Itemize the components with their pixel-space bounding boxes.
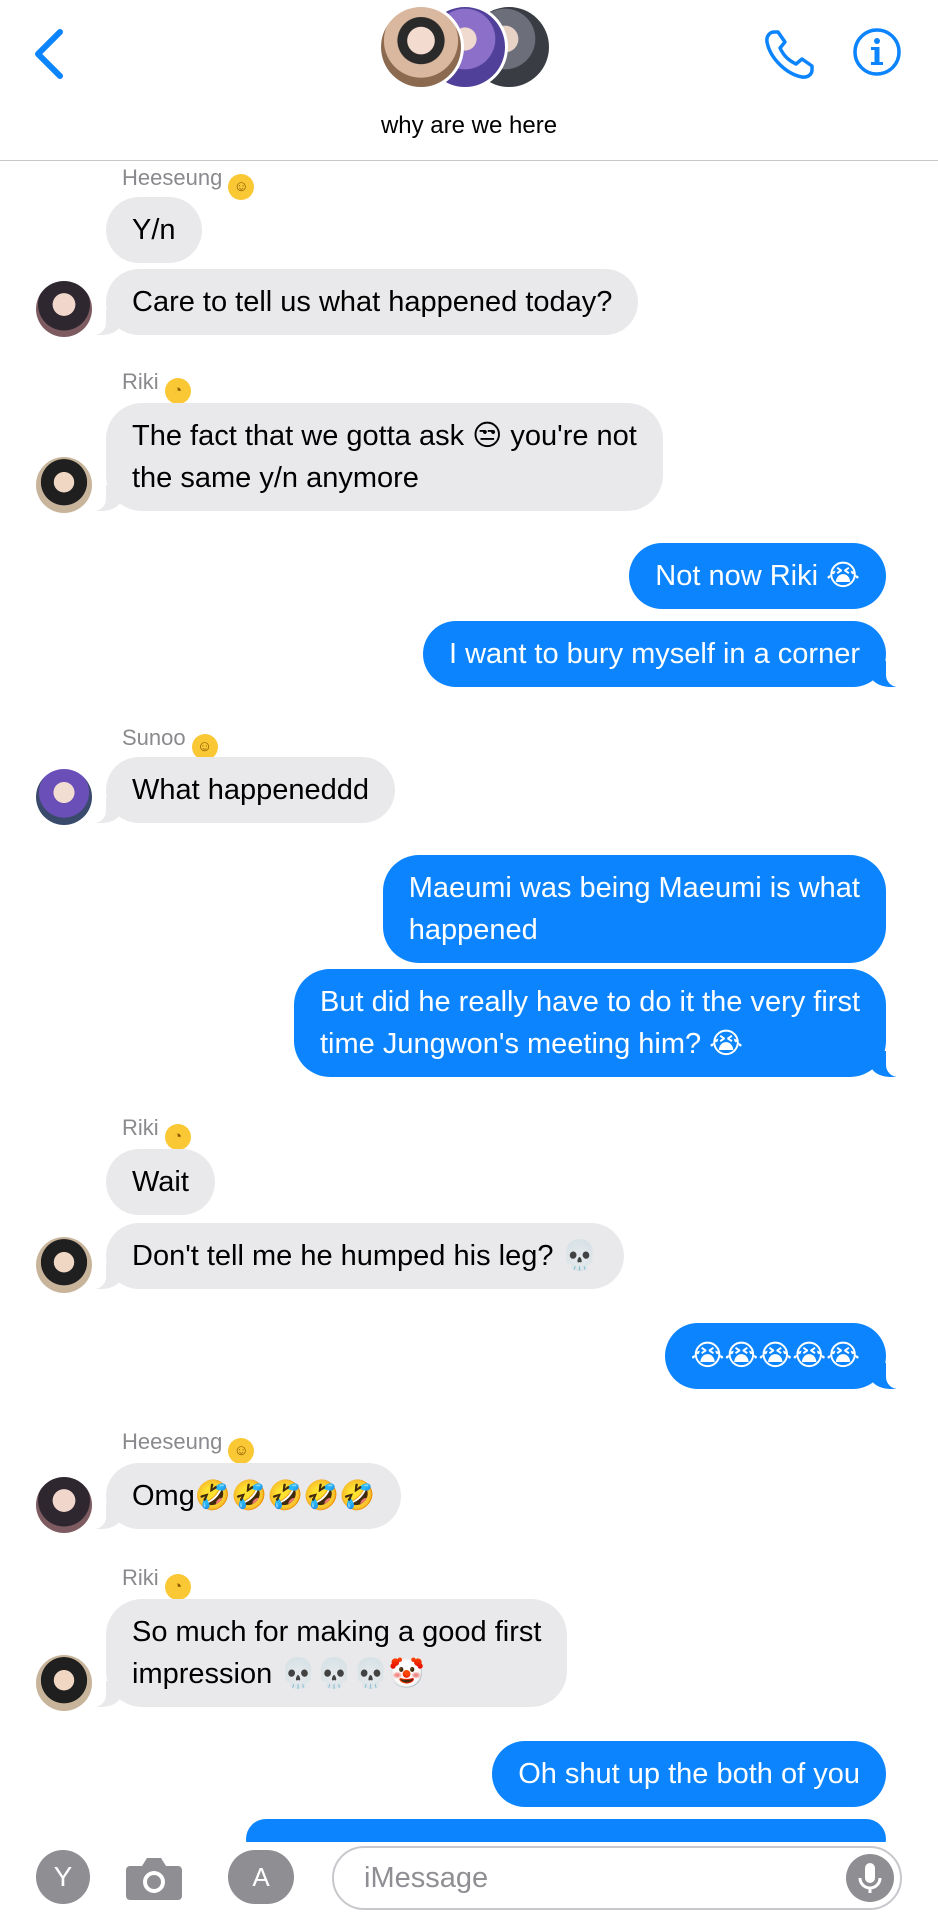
camera-icon[interactable] xyxy=(124,1854,184,1902)
avatar xyxy=(378,4,464,90)
sender-name: Heeseung ☺ xyxy=(122,165,255,200)
message-bubble-incoming[interactable]: Care to tell us what happened today? xyxy=(83,269,639,335)
message-bubble-outgoing[interactable]: But did he really have to do it the very… xyxy=(294,969,908,1077)
message-bubble-incoming[interactable]: So much for making a good first impressi… xyxy=(83,1599,568,1707)
message-bubble-outgoing[interactable]: I want to bury myself in a corner xyxy=(423,621,908,687)
info-icon[interactable] xyxy=(852,27,902,77)
sender-name: Sunoo ☺ xyxy=(122,725,218,760)
avatar[interactable] xyxy=(36,1237,92,1293)
message-bubble-incoming[interactable]: Don't tell me he humped his leg? 💀 xyxy=(84,1223,624,1289)
message-thread[interactable]: Heeseung ☺ Y/n Care to tell us what happe… xyxy=(0,161,938,1859)
avatar[interactable] xyxy=(36,281,92,337)
woozy-face-icon: ◔ xyxy=(164,1124,191,1150)
woozy-face-icon: ◔ xyxy=(164,1574,191,1600)
sender-name: Riki ◔ xyxy=(122,369,191,404)
woozy-face-icon: ◔ xyxy=(164,378,191,404)
message-bubble-outgoing[interactable]: Maeumi was being Maeumi is what happened xyxy=(382,855,886,963)
phone-icon[interactable] xyxy=(760,26,818,84)
group-avatar-stack[interactable] xyxy=(378,4,558,94)
message-bubble-incoming[interactable]: Omg🤣🤣🤣🤣🤣 xyxy=(83,1463,402,1529)
conversation-header: why are we here xyxy=(0,0,938,161)
group-name[interactable]: why are we here xyxy=(0,112,938,140)
message-bubble-outgoing[interactable]: Oh shut up the both of you xyxy=(492,1741,886,1807)
message-bubble-outgoing[interactable]: Not now Riki 😭 xyxy=(629,543,886,609)
microphone-icon[interactable] xyxy=(846,1854,894,1902)
app-store-icon[interactable]: A xyxy=(228,1850,294,1904)
message-bubble-incoming[interactable]: The fact that we gotta ask 😒 you're not … xyxy=(84,403,663,511)
message-composer: Y A iMessage xyxy=(0,1842,938,1920)
message-bubble-incoming[interactable]: Y/n xyxy=(106,197,202,263)
message-bubble-incoming[interactable]: Wait xyxy=(106,1149,215,1215)
message-bubble-incoming[interactable]: What happeneddd xyxy=(83,757,396,823)
avatar[interactable] xyxy=(36,769,92,825)
sender-name: Heeseung ☺ xyxy=(122,1429,255,1464)
y-app-button[interactable]: Y xyxy=(36,1850,90,1904)
imessage-input[interactable]: iMessage xyxy=(332,1846,902,1910)
avatar[interactable] xyxy=(36,1655,92,1711)
avatar[interactable] xyxy=(36,457,92,513)
sender-name: Riki ◔ xyxy=(122,1115,191,1150)
relieved-face-icon: ☺ xyxy=(228,174,255,200)
relieved-face-icon: ☺ xyxy=(228,1438,255,1464)
avatar[interactable] xyxy=(36,1477,92,1533)
message-bubble-outgoing[interactable]: 😭😭😭😭😭 xyxy=(664,1323,909,1389)
back-chevron-icon[interactable] xyxy=(28,26,72,82)
sender-name: Riki ◔ xyxy=(122,1565,191,1600)
